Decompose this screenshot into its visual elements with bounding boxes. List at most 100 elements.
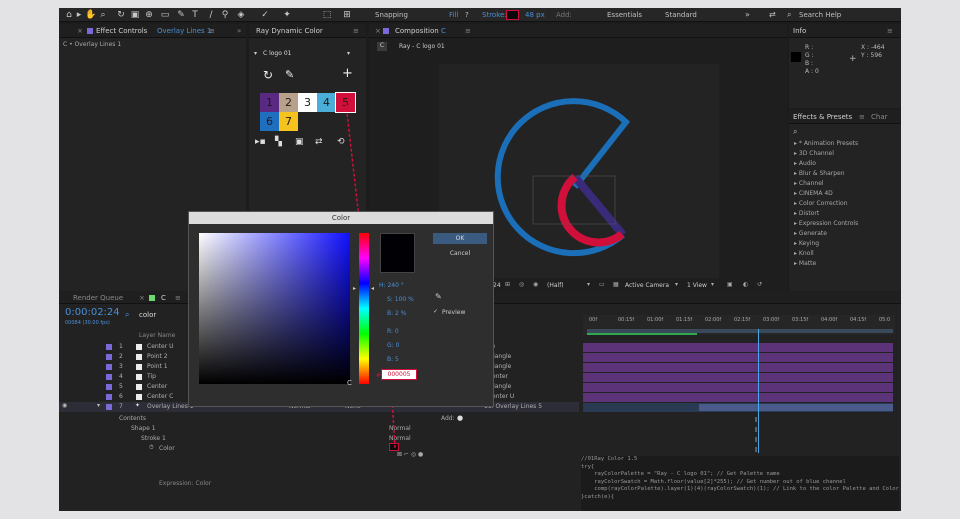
color-property-swatch[interactable] [389, 443, 399, 451]
expression-graph-icon[interactable]: ⊠ ⌐ ◎ ● [397, 451, 423, 458]
zoom-value[interactable]: 24 [493, 282, 501, 289]
hex-field[interactable]: 000005 [381, 369, 417, 380]
hue-slider[interactable] [359, 233, 369, 384]
panel-menu-icon[interactable]: ≡ [465, 24, 471, 38]
layer-track[interactable] [583, 393, 893, 402]
palette-dropdown-arrow-icon[interactable]: ▾ [254, 50, 257, 57]
layer-track[interactable] [583, 363, 893, 372]
effects-category[interactable]: ▸ Distort [794, 210, 819, 217]
color-dialog-titlebar[interactable]: Color [189, 212, 493, 224]
panel-menu-icon[interactable]: ≡ [887, 24, 893, 38]
expression-editor[interactable]: //01Ray Color 1.5 try{ rayColorPalette =… [581, 456, 899, 511]
swatch-1[interactable]: 1 [260, 93, 279, 112]
effects-category[interactable]: ▸ Expression Controls [794, 220, 858, 227]
swap-colors-icon[interactable]: ⇄ [315, 137, 323, 147]
close-icon[interactable]: × [77, 24, 83, 38]
panel-menu-icon[interactable]: ≡ [175, 291, 181, 305]
shape-group-label[interactable]: Shape 1 [131, 425, 156, 432]
current-time-indicator[interactable] [758, 329, 759, 453]
swatch-5[interactable]: 5 [335, 92, 356, 113]
eye-icon[interactable]: ◉ [62, 402, 67, 409]
fill-label[interactable]: Fill [449, 11, 458, 19]
panel-menu-icon[interactable]: ≡ [209, 24, 215, 38]
zoom-tool-icon[interactable]: ⌕ [97, 10, 109, 21]
fill-none-icon[interactable]: ? [465, 11, 469, 19]
selection-tool-icon[interactable]: ▸ [73, 10, 85, 21]
type-tool-icon[interactable]: T [189, 10, 201, 21]
world-axis-icon[interactable]: ⊞ [341, 10, 353, 21]
swatch-2[interactable]: 2 [279, 93, 298, 112]
snapping-label[interactable]: Snapping [375, 11, 408, 19]
reset-exposure-icon[interactable]: ▣ [727, 281, 733, 288]
search-icon[interactable]: ⌕ [793, 127, 797, 137]
timeline-search-field[interactable]: color [139, 311, 156, 319]
camera-tool-icon[interactable]: ▣ [129, 10, 141, 21]
effects-category[interactable]: ▸ Keying [794, 240, 819, 247]
apply-layer-icon[interactable]: ▣ [295, 137, 304, 147]
shape-tool-icon[interactable]: ▭ [159, 10, 171, 21]
swatch-3[interactable]: 3 [298, 93, 317, 112]
stroke-blend-dropdown[interactable]: Normal [389, 435, 411, 442]
effects-category[interactable]: ▸ Matte [794, 260, 816, 267]
render-queue-tab[interactable]: Render Queue [73, 291, 123, 305]
effects-category[interactable]: ▸ CINEMA 4D [794, 190, 833, 197]
hsb-s-field[interactable]: S: 100 % [387, 296, 414, 303]
eyedropper-icon[interactable]: ✎ [285, 68, 294, 81]
timeline-comp-tab[interactable]: C [161, 291, 166, 305]
stroke-color-swatch[interactable] [506, 10, 519, 20]
local-axis-icon[interactable]: ⬚ [321, 10, 333, 21]
panel-overflow-icon[interactable]: » [237, 24, 241, 38]
camera-dropdown[interactable]: Active Camera [625, 282, 669, 289]
search-icon[interactable]: ⌕ [125, 310, 129, 320]
preview-checkbox[interactable]: ✓ [433, 308, 438, 315]
effects-category[interactable]: ▸ * Animation Presets [794, 140, 858, 147]
effects-category[interactable]: ▸ Channel [794, 180, 824, 187]
add-shape-label[interactable]: Add: [441, 415, 455, 422]
panel-menu-icon[interactable]: ≡ [353, 24, 359, 38]
fast-preview-icon[interactable]: ↺ [757, 281, 762, 288]
dropdown-chevron-icon[interactable]: ▾ [587, 281, 590, 288]
add-swatch-icon[interactable]: + [342, 66, 353, 81]
workspace-essentials[interactable]: Essentials [607, 11, 642, 19]
rgb-b-field[interactable]: B: 5 [387, 356, 399, 363]
comp-lock-icon[interactable]: C [377, 42, 387, 51]
stroke-label[interactable]: Stroke: [482, 11, 507, 19]
pan-behind-icon[interactable]: ⊕ [143, 10, 155, 21]
ray-tab[interactable]: Ray Dynamic Color ≡ [249, 24, 366, 38]
resolution-dropdown[interactable]: (Half) [547, 282, 564, 289]
hand-tool-icon[interactable]: ✋ [85, 10, 97, 21]
saturation-brightness-field[interactable] [199, 233, 350, 384]
stroke-group-label[interactable]: Stroke 1 [141, 435, 166, 442]
rgb-r-field[interactable]: R: 0 [387, 328, 399, 335]
pin-tool-icon[interactable]: ✦ [281, 10, 293, 21]
info-tab[interactable]: Info ≡ [789, 24, 901, 38]
expand-icon[interactable]: ▾ [97, 402, 100, 409]
swatch-7[interactable]: 7 [279, 112, 298, 131]
rotate-tool-icon[interactable]: ↻ [115, 10, 127, 21]
stroke-width-value[interactable]: 48 px [525, 11, 545, 19]
palette-dropdown[interactable]: C logo 01 [263, 50, 291, 57]
close-icon[interactable]: × [139, 291, 145, 305]
contents-label[interactable]: Contents [119, 415, 146, 422]
workspace-overflow-icon[interactable]: » [745, 10, 750, 19]
layer-track-selected[interactable] [583, 403, 893, 412]
link-expression-icon[interactable]: ⟲ [337, 137, 345, 147]
workspace-standard[interactable]: Standard [665, 11, 697, 19]
layer-track[interactable] [583, 343, 893, 352]
current-time[interactable]: 0:00:02:24 [65, 307, 120, 318]
layer-track[interactable] [583, 373, 893, 382]
effects-category[interactable]: ▸ Blur & Sharpen [794, 170, 845, 177]
effects-category[interactable]: ▸ 3D Channel [794, 150, 834, 157]
view-layout-dropdown[interactable]: 1 View [687, 282, 707, 289]
panel-menu-icon[interactable]: ≡ [859, 110, 865, 124]
effects-category[interactable]: ▸ Color Correction [794, 200, 848, 207]
swatch-6[interactable]: 6 [260, 112, 279, 131]
effects-tab[interactable]: Effects & Presets ≡ Char [789, 110, 901, 124]
effects-category[interactable]: ▸ Generate [794, 230, 827, 237]
stopwatch-icon[interactable]: ⏱ [149, 444, 154, 452]
eraser-tool-icon[interactable]: ◈ [235, 10, 247, 21]
cancel-button[interactable]: Cancel [433, 248, 487, 259]
effects-category[interactable]: ▸ Audio [794, 160, 816, 167]
close-icon[interactable]: × [375, 24, 381, 38]
hsb-h-field[interactable]: H: 240 ° [379, 282, 404, 289]
